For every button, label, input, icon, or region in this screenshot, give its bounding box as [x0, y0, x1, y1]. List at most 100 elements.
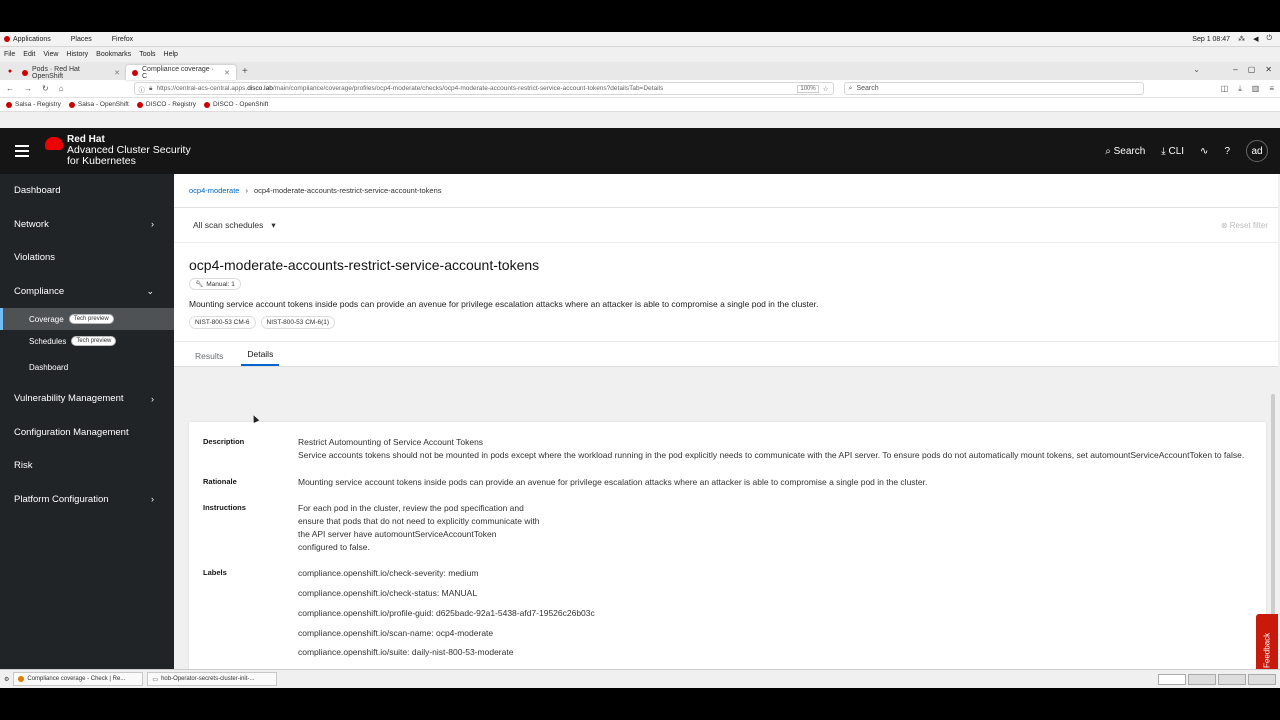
power-icon[interactable]: ⏻: [1266, 35, 1272, 43]
desktop-screen: Applications Places Firefox Sep 1 08:47 …: [0, 32, 1280, 688]
bookmark-salsa-openshift[interactable]: Salsa - OpenShift: [68, 101, 129, 108]
back-icon[interactable]: ←: [6, 84, 14, 93]
tab-details[interactable]: Details: [241, 349, 280, 366]
document-icon: ▭: [152, 676, 159, 683]
sidebar-item-vulnerability-management[interactable]: Vulnerability Management ›: [0, 382, 174, 416]
redhat-favicon-icon: [204, 101, 211, 108]
open-menu-icon[interactable]: ≡: [1269, 84, 1274, 94]
sidebar-item-network[interactable]: Network ›: [0, 208, 174, 242]
hamburger-menu-icon[interactable]: [15, 145, 29, 157]
description-title: Restrict Automounting of Service Account…: [298, 437, 484, 447]
menu-bookmarks[interactable]: Bookmarks: [96, 51, 131, 58]
home-icon[interactable]: ⌂: [59, 84, 64, 93]
maximize-icon[interactable]: ▢: [1248, 65, 1256, 74]
details-tabs: Results Details: [174, 341, 1278, 367]
url-bar[interactable]: ⓘ 🔒︎ https://central-acs-central.apps.di…: [133, 82, 834, 95]
redhat-favicon-icon: [68, 101, 75, 108]
sidebar-item-compliance[interactable]: Compliance ⌄: [0, 275, 174, 309]
redhat-icon: [4, 36, 10, 42]
firefox-tab-strip: ● Pods · Red Hat OpenShift ✕ Compliance …: [0, 62, 1280, 80]
tab-pods[interactable]: Pods · Red Hat OpenShift ✕: [16, 65, 126, 80]
rationale-label: Rationale: [203, 476, 237, 486]
close-icon[interactable]: ✕: [224, 69, 230, 77]
control-label: NIST-800-53 CM-6: [189, 316, 256, 329]
taskbar-item-editor[interactable]: ▭ hob-Operator-secrets-cluster-init-...: [147, 672, 278, 686]
chevron-right-icon: ›: [245, 186, 248, 195]
search-input[interactable]: ⌕ Search: [843, 82, 1144, 95]
filter-toolbar: All scan schedules ▾ ⊗ Reset filter: [174, 208, 1278, 242]
downloads-icon[interactable]: ⤓: [1238, 84, 1242, 94]
info-icon[interactable]: ⓘ: [139, 84, 146, 94]
reset-filter-button[interactable]: ⊗ Reset filter: [1221, 221, 1268, 230]
firefox-app-menu[interactable]: Firefox: [112, 36, 133, 43]
minimize-icon[interactable]: –: [1233, 65, 1237, 74]
activity-icon[interactable]: ∿: [1200, 146, 1208, 157]
breadcrumb-profile-link[interactable]: ocp4-moderate: [189, 186, 239, 195]
acs-masthead: Red Hat Advanced Cluster Security for Ku…: [0, 128, 1280, 174]
menu-file[interactable]: File: [4, 51, 15, 58]
zoom-level[interactable]: 100%: [797, 84, 819, 93]
clock: Sep 1 08:47: [1192, 35, 1231, 43]
help-icon[interactable]: ?: [1224, 146, 1230, 157]
description-body: Service accounts tokens should not be mo…: [298, 449, 1245, 460]
tab-compliance-coverage[interactable]: Compliance coverage · C ✕: [126, 65, 236, 80]
workspace-switcher[interactable]: [1158, 673, 1276, 685]
sidebar-item-risk[interactable]: Risk: [0, 449, 174, 483]
logo[interactable]: Red Hat Advanced Cluster Security for Ku…: [45, 134, 191, 168]
applications-menu[interactable]: Applications: [4, 36, 51, 43]
sidebar-item-coverage[interactable]: Coverage Tech preview: [0, 308, 174, 330]
cli-button[interactable]: ⤓ CLI: [1161, 146, 1184, 157]
tech-preview-badge: Tech preview: [71, 336, 117, 346]
new-tab-icon[interactable]: +: [242, 66, 248, 77]
instructions-text: For each pod in the cluster, review the …: [298, 503, 540, 552]
redhat-favicon-icon: [6, 101, 12, 108]
bookmark-star-icon[interactable]: ☆: [823, 85, 829, 93]
menu-view[interactable]: View: [43, 51, 58, 58]
sidebar-item-platform-configuration[interactable]: Platform Configuration ›: [0, 483, 174, 517]
redhat-logo-icon: [45, 136, 63, 150]
reload-icon[interactable]: ↻: [42, 84, 49, 93]
list-item: compliance.openshift.io/suite: daily-nis…: [298, 647, 514, 658]
redhat-favicon-icon: [136, 101, 143, 108]
library-icon[interactable]: ▥: [1252, 84, 1260, 94]
sidebar-item-compliance-dashboard[interactable]: Dashboard: [0, 352, 174, 382]
menu-history[interactable]: History: [66, 51, 88, 58]
pinned-tab-icon[interactable]: ●: [4, 68, 16, 75]
forward-icon[interactable]: →: [24, 84, 32, 93]
bookmark-disco-openshift[interactable]: DISCO - OpenShift: [204, 101, 268, 108]
menu-edit[interactable]: Edit: [23, 51, 35, 58]
places-menu[interactable]: Places: [71, 36, 92, 43]
feedback-button[interactable]: Feedback: [1256, 614, 1278, 669]
menu-tools[interactable]: Tools: [139, 51, 155, 58]
firefox-nav-toolbar: ← → ↻ ⌂ ⓘ 🔒︎ https://central-acs-central…: [0, 80, 1280, 98]
sidebar-item-violations[interactable]: Violations: [0, 241, 174, 275]
labels-label: Labels: [203, 568, 227, 578]
sidebar-item-schedules[interactable]: Schedules Tech preview: [0, 330, 174, 352]
close-window-icon[interactable]: ✕: [1265, 65, 1272, 74]
main-content: ocp4-moderate › ocp4-moderate-accounts-r…: [174, 174, 1278, 669]
list-item: compliance.openshift.io/scan-name: ocp4-…: [298, 627, 494, 638]
search-button[interactable]: ⌕ Search: [1105, 146, 1145, 157]
sidebar-item-configuration-management[interactable]: Configuration Management: [0, 416, 174, 450]
gnome-top-bar: Applications Places Firefox Sep 1 08:47 …: [0, 32, 1280, 47]
lock-icon[interactable]: 🔒︎: [149, 85, 152, 93]
bookmark-salsa-registry[interactable]: Salsa - Registry: [6, 101, 61, 108]
scan-schedule-select[interactable]: All scan schedules ▾: [189, 216, 280, 235]
sidebar: Dashboard Network › Violations Compliance…: [0, 174, 174, 669]
bookmark-disco-registry[interactable]: DISCO - Registry: [136, 101, 196, 108]
tab-results[interactable]: Results: [189, 351, 229, 366]
chevron-down-icon[interactable]: ⌄: [1193, 65, 1200, 74]
menu-help[interactable]: Help: [164, 51, 178, 58]
close-icon[interactable]: ✕: [114, 69, 120, 77]
show-desktop-icon[interactable]: ⚙: [4, 676, 9, 683]
network-icon[interactable]: ⁂: [1238, 35, 1245, 43]
volume-icon[interactable]: ◀: [1253, 35, 1258, 43]
bookmarks-toolbar: Salsa - Registry Salsa - OpenShift DISCO…: [0, 98, 1280, 112]
check-description: Mounting service account tokens inside p…: [189, 299, 819, 309]
instructions-label: Instructions: [203, 503, 246, 513]
taskbar-item-firefox[interactable]: Compliance coverage - Check | Re...: [13, 672, 144, 686]
pocket-icon[interactable]: ◫: [1221, 84, 1229, 94]
sidebar-item-dashboard[interactable]: Dashboard: [0, 174, 174, 208]
chevron-right-icon: ›: [151, 494, 154, 505]
avatar[interactable]: ad: [1246, 140, 1268, 162]
